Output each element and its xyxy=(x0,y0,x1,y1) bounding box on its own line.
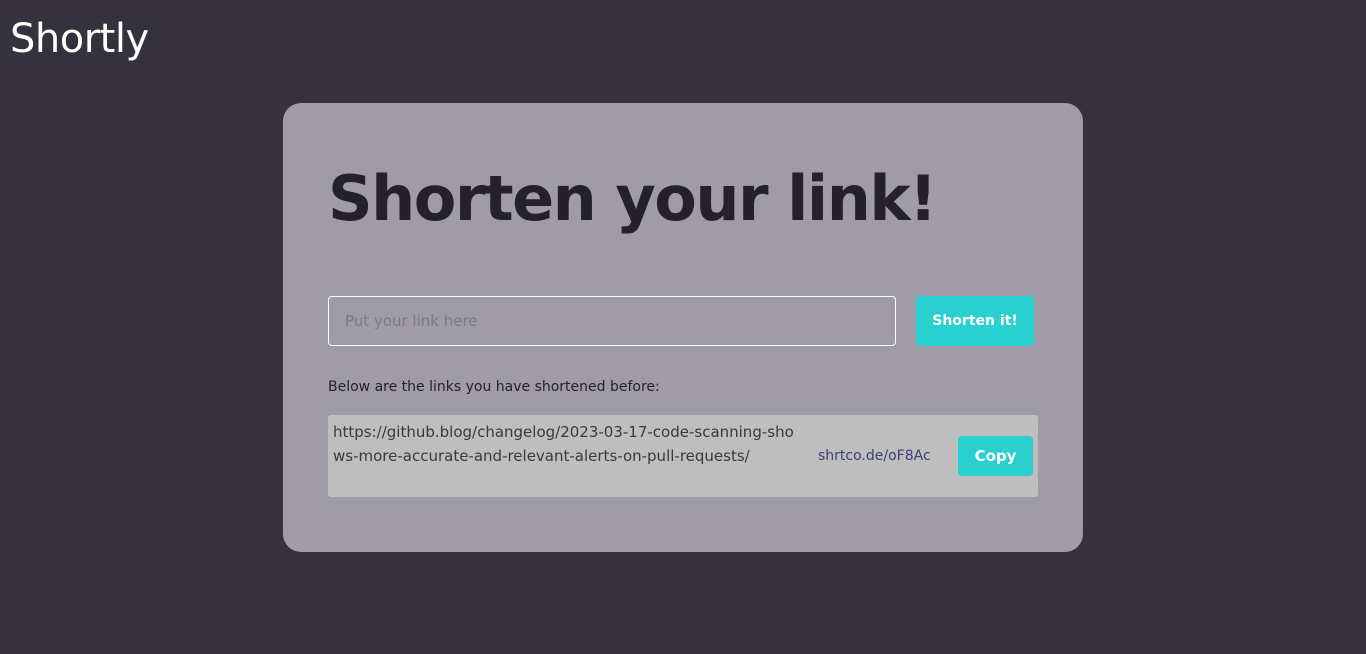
page-title: Shorten your link! xyxy=(328,162,937,235)
short-url: shrtco.de/oF8Ac xyxy=(818,448,931,464)
link-input[interactable] xyxy=(328,296,896,346)
list-item: https://github.blog/changelog/2023-03-17… xyxy=(328,415,1038,497)
original-url: https://github.blog/changelog/2023-03-17… xyxy=(333,423,794,465)
history-caption: Below are the links you have shortened b… xyxy=(328,379,660,395)
brand-logo: Shortly xyxy=(10,16,149,62)
shortener-card: Shorten your link! Shorten it! Below are… xyxy=(283,103,1083,552)
copy-button[interactable]: Copy xyxy=(958,436,1033,476)
shorten-button[interactable]: Shorten it! xyxy=(916,296,1034,346)
